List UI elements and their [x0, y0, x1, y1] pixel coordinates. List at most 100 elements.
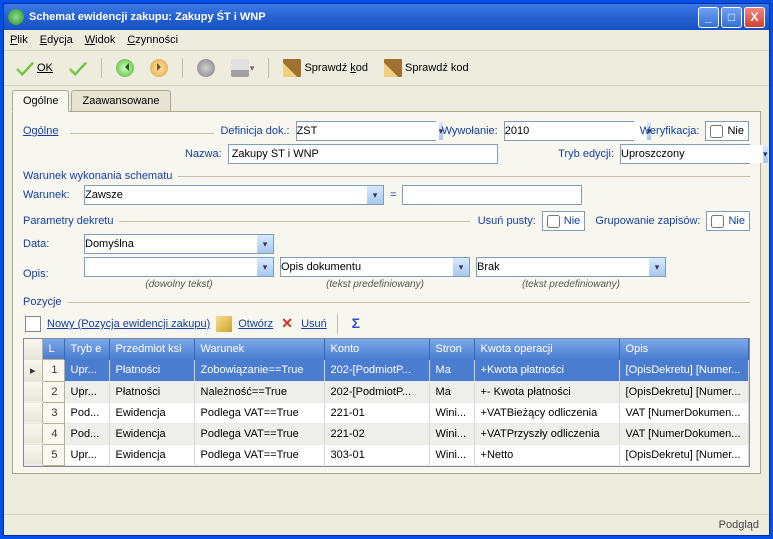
usun-label: Usuń pusty: [478, 215, 536, 227]
warunek-input[interactable] [85, 186, 367, 204]
warunek-value-input[interactable] [402, 185, 582, 205]
warunek-label: Warunek: [23, 189, 78, 201]
open-button[interactable]: Otwórz [238, 318, 273, 330]
opis-free-combo[interactable]: ▾ [84, 257, 274, 277]
sprawdz-kod-1-button[interactable]: Sprawdź kod [277, 55, 374, 81]
usun-checkbox[interactable]: Nie [542, 211, 586, 231]
menubar: Plik Edycja Widok Czynności [4, 30, 769, 51]
data-label: Data: [23, 238, 78, 250]
weryf-checkbox[interactable]: Nie [705, 121, 749, 141]
opis-free-input[interactable] [85, 258, 257, 276]
warunek-section: Warunek wykonania schematu [23, 170, 750, 182]
opis-brak-input[interactable] [477, 258, 649, 276]
table-row[interactable]: 5Upr...EwidencjaPodlega VAT==True303-01W… [24, 444, 749, 465]
grup-checkbox[interactable]: Nie [706, 211, 750, 231]
grid-toolbar: Nowy (Pozycja ewidencji zakupu) Otwórz ✕… [23, 310, 750, 338]
defdok-label: Definicja dok.: [220, 125, 289, 137]
col-warunek[interactable]: Warunek [194, 339, 324, 360]
col-strona[interactable]: Stron [429, 339, 474, 360]
table-row[interactable]: ▸1Upr...PłatnościZobowiązanie==True202-[… [24, 360, 749, 382]
grid-header[interactable]: L Tryb e Przedmiot ksi Warunek Konto Str… [24, 339, 749, 360]
hint-pred2: (tekst predefiniowany) [476, 279, 666, 290]
delete-button[interactable]: Usuń [301, 318, 327, 330]
wywolanie-label: Wywołanie: [442, 125, 498, 137]
back-button[interactable] [110, 55, 140, 81]
arrow-right-icon [150, 59, 168, 77]
minimize-button[interactable]: _ [698, 7, 719, 28]
opis-brak-combo[interactable]: ▾ [476, 257, 666, 277]
col-przedmiot[interactable]: Przedmiot ksi [109, 339, 194, 360]
chevron-down-icon[interactable]: ▾ [367, 186, 383, 204]
check-icon [69, 59, 87, 77]
ogolne-heading[interactable]: Ogólne [23, 125, 58, 137]
chevron-down-icon[interactable]: ▾ [763, 145, 768, 163]
opis-pred-input[interactable] [281, 258, 453, 276]
settings-button[interactable] [191, 55, 221, 81]
chevron-down-icon[interactable]: ▾ [649, 258, 665, 276]
table-row[interactable]: 4Pod...EwidencjaPodlega VAT==True221-02W… [24, 423, 749, 444]
wywolanie-input[interactable] [505, 122, 647, 140]
print-button[interactable]: ▾ [225, 55, 261, 81]
tryb-combo[interactable]: ▾ [620, 144, 750, 164]
hint-free: (dowolny tekst) [84, 279, 274, 290]
wand-icon [384, 59, 402, 77]
maximize-button[interactable]: □ [721, 7, 742, 28]
grup-label: Grupowanie zapisów: [595, 215, 700, 227]
tryb-input[interactable] [621, 145, 763, 163]
toolbar: OK ▾ Sprawdź kod Sprawdź kod [4, 51, 769, 86]
menu-czynnosci[interactable]: Czynności [127, 34, 178, 46]
data-combo[interactable]: ▾ [84, 234, 274, 254]
tab-zaawansowane[interactable]: Zaawansowane [71, 90, 170, 112]
data-input[interactable] [85, 235, 257, 253]
status-bar: Podgląd [4, 514, 769, 535]
defdok-combo[interactable]: ▾ [296, 121, 436, 141]
nazwa-input[interactable] [228, 144, 498, 164]
menu-widok[interactable]: Widok [85, 34, 116, 46]
tab-ogolne[interactable]: Ogólne [12, 90, 69, 112]
col-opis[interactable]: Opis [619, 339, 748, 360]
col-l[interactable]: L [42, 339, 64, 360]
close-button[interactable]: X [744, 7, 765, 28]
nazwa-label: Nazwa: [185, 148, 222, 160]
sprawdz-kod-2-button[interactable]: Sprawdź kod [378, 55, 475, 81]
table-row[interactable]: 2Upr...PłatnościNależność==True202-[Podm… [24, 381, 749, 402]
sigma-icon[interactable]: Σ [348, 316, 364, 332]
forward-button[interactable] [144, 55, 174, 81]
col-kwota[interactable]: Kwota operacji [474, 339, 619, 360]
table-row[interactable]: 3Pod...EwidencjaPodlega VAT==True221-01W… [24, 402, 749, 423]
chevron-down-icon: ▾ [250, 63, 255, 74]
pozycje-section: Pozycje [23, 296, 750, 308]
new-icon [25, 316, 41, 332]
delete-icon: ✕ [279, 316, 295, 332]
wand-icon [283, 59, 301, 77]
new-button[interactable]: Nowy (Pozycja ewidencji zakupu) [47, 318, 210, 330]
ok-all-button[interactable] [63, 55, 93, 81]
col-konto[interactable]: Konto [324, 339, 429, 360]
hint-pred1: (tekst predefiniowany) [280, 279, 470, 290]
tryb-label: Tryb edycji: [558, 148, 614, 160]
chevron-down-icon[interactable]: ▾ [453, 258, 469, 276]
titlebar: Schemat ewidencji zakupu: Zakupy ŚT i WN… [4, 4, 769, 30]
param-section: Parametry dekretu Usuń pusty: Nie Grupow… [23, 211, 750, 231]
opis-pred-combo[interactable]: ▾ [280, 257, 470, 277]
gear-icon [197, 59, 215, 77]
menu-plik[interactable]: Plik [10, 34, 28, 46]
defdok-input[interactable] [297, 122, 439, 140]
chevron-down-icon[interactable]: ▾ [257, 258, 273, 276]
col-tryb[interactable]: Tryb e [64, 339, 109, 360]
weryf-label: Weryfikacja: [640, 125, 700, 137]
warunek-combo[interactable]: ▾ [84, 185, 384, 205]
tabs: Ogólne Zaawansowane [12, 90, 761, 112]
arrow-left-icon [116, 59, 134, 77]
chevron-down-icon[interactable]: ▾ [257, 235, 273, 253]
tab-panel: Ogólne Definicja dok.: ▾ Wywołanie: ▾ We… [12, 111, 761, 474]
app-icon [8, 9, 24, 25]
window-title: Schemat ewidencji zakupu: Zakupy ŚT i WN… [29, 11, 698, 23]
opis-label: Opis: [23, 268, 78, 280]
ok-button[interactable]: OK [10, 55, 59, 81]
wywolanie-combo[interactable]: ▾ [504, 121, 634, 141]
check-icon [16, 59, 34, 77]
data-grid[interactable]: L Tryb e Przedmiot ksi Warunek Konto Str… [23, 338, 750, 467]
eq-label: = [390, 189, 396, 201]
menu-edycja[interactable]: Edycja [40, 34, 73, 46]
